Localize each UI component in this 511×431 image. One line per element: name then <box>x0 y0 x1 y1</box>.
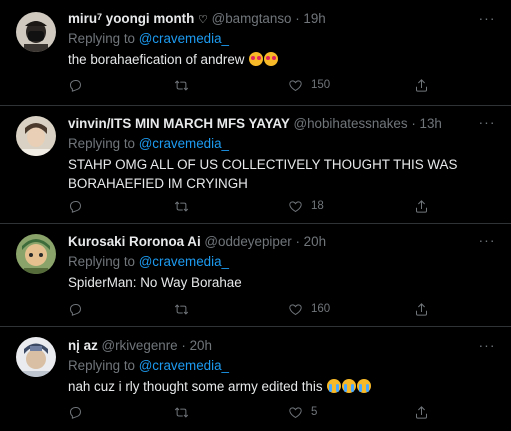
like-button[interactable]: 5 <box>288 402 317 422</box>
author-handle[interactable]: @oddeyepiper <box>204 234 291 249</box>
like-button[interactable]: 160 <box>288 299 330 319</box>
action-bar: 160 <box>68 299 488 319</box>
replying-to: Replying to @cravemedia_ <box>68 358 229 373</box>
retweet-icon <box>174 302 189 317</box>
crying-emoji-icon <box>327 379 342 393</box>
heart-eyes-emoji-icon <box>264 52 279 66</box>
replying-to: Replying to @cravemedia_ <box>68 136 229 151</box>
like-count: 5 <box>311 406 318 418</box>
retweet-button[interactable] <box>174 75 189 95</box>
share-button[interactable] <box>414 75 429 95</box>
reply-icon <box>68 302 83 317</box>
crying-emoji-icon <box>342 379 357 393</box>
more-options-button[interactable]: ··· <box>477 11 497 30</box>
mention-link[interactable]: @cravemedia_ <box>139 31 229 46</box>
retweet-button[interactable] <box>174 402 189 422</box>
separator: · <box>411 116 416 131</box>
action-bar: 18 <box>68 196 488 216</box>
tweet-text: SpiderMan: No Way Borahae <box>68 275 242 290</box>
avatar[interactable] <box>16 234 56 274</box>
tweet-text: nah cuz i rly thought some army edited t… <box>68 377 497 396</box>
timestamp[interactable]: 19h <box>303 11 325 26</box>
separator: · <box>295 11 300 26</box>
reply-button[interactable] <box>68 196 83 216</box>
crying-emoji-icon <box>357 379 372 393</box>
author-handle[interactable]: @bamgtanso <box>212 11 292 26</box>
avatar[interactable] <box>16 116 56 156</box>
replying-to: Replying to @cravemedia_ <box>68 254 229 269</box>
timestamp[interactable]: 13h <box>420 116 442 131</box>
heart-outline-icon: ♡ <box>198 14 208 26</box>
tweet[interactable]: vinvin/ITS MIN MARCH MFS YAYAY @hobihate… <box>0 106 511 224</box>
reply-icon <box>68 405 83 420</box>
heart-icon <box>288 78 303 93</box>
share-icon <box>414 199 429 214</box>
like-count: 18 <box>311 200 324 212</box>
replying-to: Replying to @cravemedia_ <box>68 31 229 46</box>
author-name[interactable]: nį az <box>68 338 98 353</box>
reply-feed: miru7 yoongi month ♡ @bamgtanso · 19h Re… <box>0 0 511 431</box>
tweet-text: the borahaefication of andrew <box>68 50 497 69</box>
separator: · <box>295 234 300 249</box>
more-options-button[interactable]: ··· <box>477 233 497 252</box>
action-bar: 150 <box>68 75 488 95</box>
tweet[interactable]: Kurosaki Roronoa Ai @oddeyepiper · 20h R… <box>0 224 511 327</box>
mention-link[interactable]: @cravemedia_ <box>139 254 229 269</box>
mention-link[interactable]: @cravemedia_ <box>139 136 229 151</box>
retweet-button[interactable] <box>174 196 189 216</box>
author-handle[interactable]: @hobihatessnakes <box>293 116 407 131</box>
retweet-icon <box>174 78 189 93</box>
heart-icon <box>288 302 303 317</box>
author-name[interactable]: miru7 yoongi month ♡ <box>68 11 208 26</box>
share-button[interactable] <box>414 196 429 216</box>
share-button[interactable] <box>414 299 429 319</box>
reply-icon <box>68 199 83 214</box>
retweet-button[interactable] <box>174 299 189 319</box>
author-name[interactable]: vinvin/ITS MIN MARCH MFS YAYAY <box>68 116 290 131</box>
heart-icon <box>288 405 303 420</box>
share-icon <box>414 302 429 317</box>
like-count: 150 <box>311 79 331 91</box>
heart-icon <box>288 199 303 214</box>
share-button[interactable] <box>414 402 429 422</box>
timestamp[interactable]: 20h <box>304 234 326 249</box>
reply-icon <box>68 78 83 93</box>
retweet-icon <box>174 199 189 214</box>
reply-button[interactable] <box>68 402 83 422</box>
avatar[interactable] <box>16 12 56 52</box>
share-icon <box>414 78 429 93</box>
share-icon <box>414 405 429 420</box>
more-options-button[interactable]: ··· <box>477 115 497 134</box>
like-count: 160 <box>311 303 331 315</box>
like-button[interactable]: 18 <box>288 196 324 216</box>
author-handle[interactable]: @rkivegenre <box>102 338 178 353</box>
like-button[interactable]: 150 <box>288 75 330 95</box>
avatar[interactable] <box>16 337 56 377</box>
author-name[interactable]: Kurosaki Roronoa Ai <box>68 234 201 249</box>
timestamp[interactable]: 20h <box>190 338 212 353</box>
heart-eyes-emoji-icon <box>249 52 264 66</box>
more-options-button[interactable]: ··· <box>477 338 497 357</box>
action-bar: 5 <box>68 402 488 422</box>
mention-link[interactable]: @cravemedia_ <box>139 358 229 373</box>
reply-button[interactable] <box>68 75 83 95</box>
tweet[interactable]: nį az @rkivegenre · 20h Replying to @cra… <box>0 327 511 431</box>
tweet[interactable]: miru7 yoongi month ♡ @bamgtanso · 19h Re… <box>0 0 511 106</box>
reply-button[interactable] <box>68 299 83 319</box>
tweet-text: STAHP OMG ALL OF US COLLECTIVELY THOUGHT… <box>68 157 458 191</box>
retweet-icon <box>174 405 189 420</box>
separator: · <box>181 338 186 353</box>
